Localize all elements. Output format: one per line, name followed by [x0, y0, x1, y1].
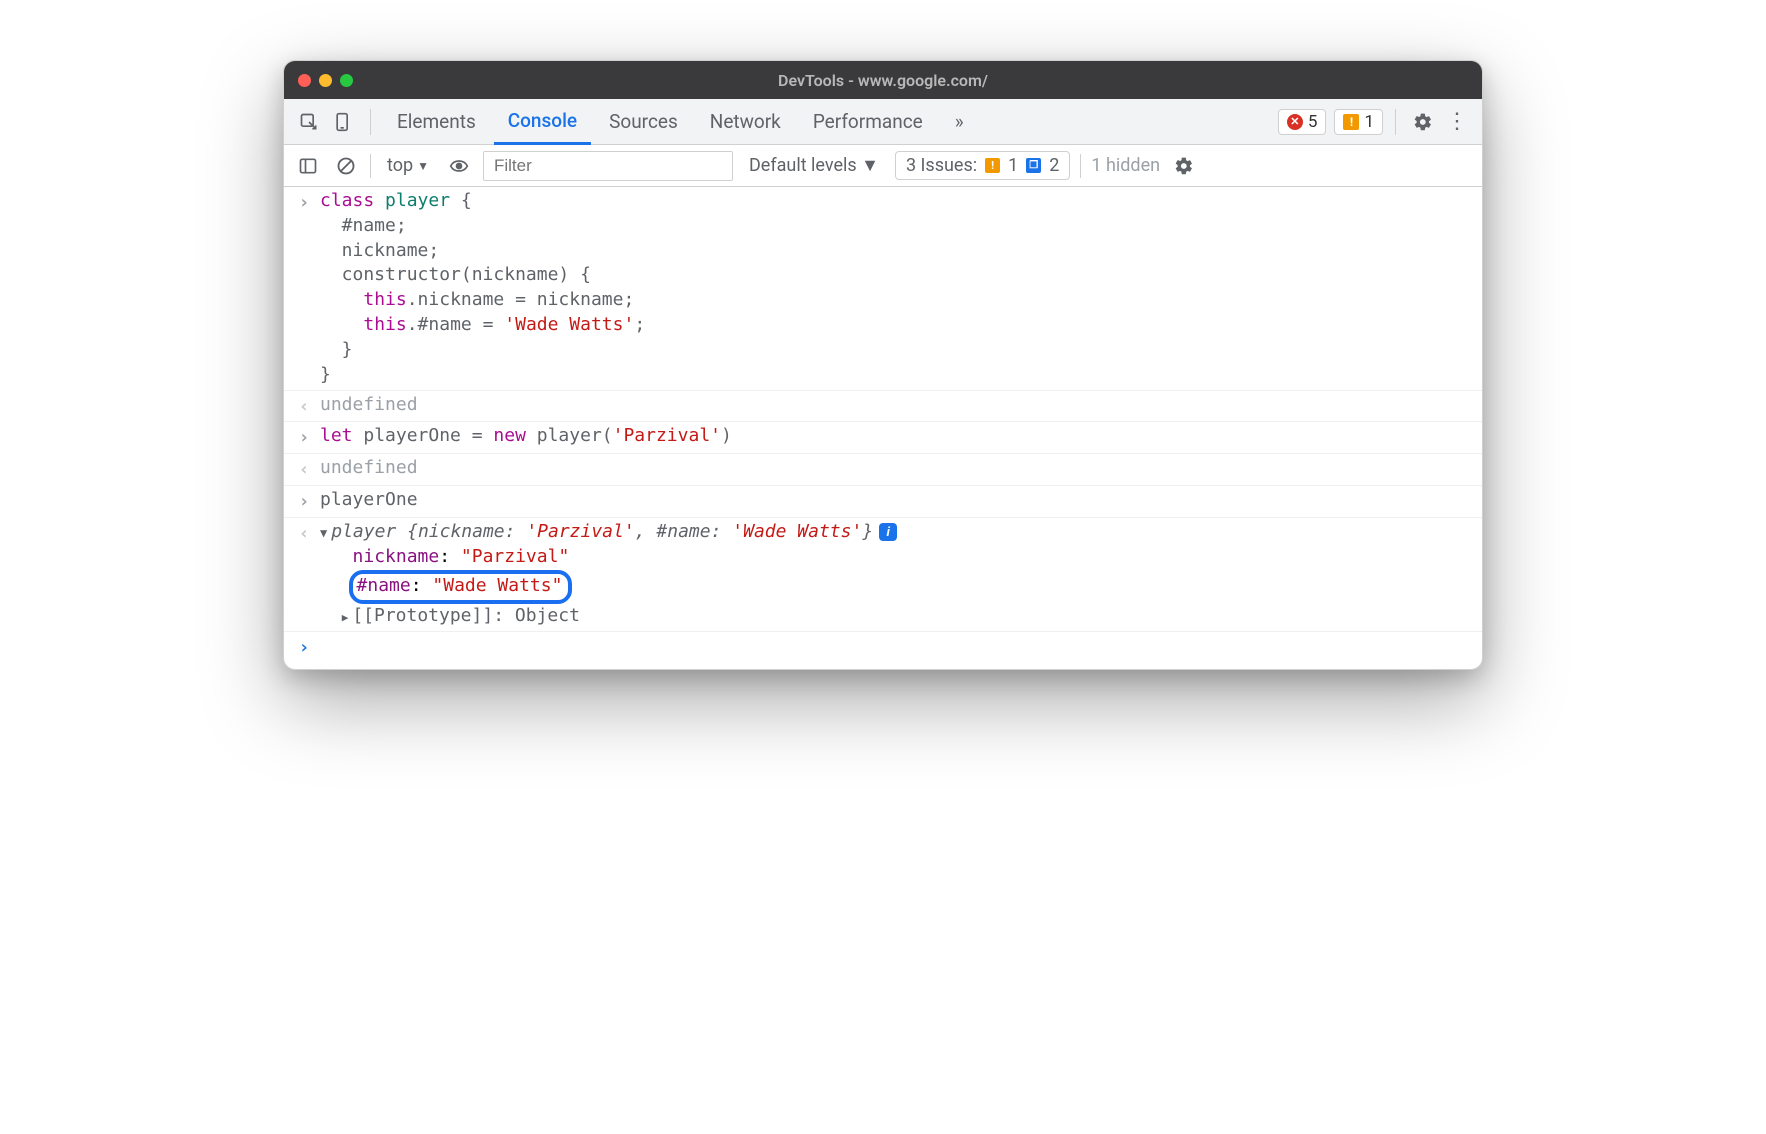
errors-count: 5: [1308, 112, 1318, 132]
console-input-row: class player { #name; nickname; construc…: [284, 187, 1482, 391]
devtools-window: DevTools - www.google.com/ Elements Cons…: [283, 60, 1483, 670]
highlighted-property: #name: "Wade Watts": [349, 570, 573, 605]
console-output-row: undefined: [284, 454, 1482, 486]
output-arrow-icon: [296, 520, 312, 629]
levels-label: Default levels ▼: [749, 155, 879, 176]
console-filterbar: top ▼ Default levels ▼ 3 Issues: ! 1 ❐ 2…: [284, 145, 1482, 187]
issues-label: 3 Issues:: [906, 155, 977, 176]
code-line[interactable]: let playerOne = new player('Parzival'): [320, 424, 1470, 451]
maximize-button[interactable]: [340, 74, 353, 87]
tabs-overflow[interactable]: »: [941, 99, 978, 145]
separator: [1395, 109, 1396, 135]
toggle-sidebar-icon[interactable]: [294, 152, 322, 180]
prompt-arrow-icon: [296, 634, 312, 661]
info-icon[interactable]: i: [879, 523, 897, 541]
tab-network[interactable]: Network: [696, 99, 795, 145]
code-line[interactable]: playerOne: [320, 488, 1470, 515]
more-icon[interactable]: ⋮: [1442, 107, 1472, 137]
titlebar: DevTools - www.google.com/: [284, 61, 1482, 99]
issues-warn-count: 1: [1008, 155, 1018, 176]
separator: [370, 109, 371, 135]
input-arrow-icon: [296, 189, 312, 388]
settings-icon[interactable]: [1408, 107, 1438, 137]
inspect-icon[interactable]: [294, 107, 324, 137]
issues-info-count: 2: [1049, 155, 1059, 176]
tab-performance[interactable]: Performance: [799, 99, 937, 145]
output-arrow-icon: [296, 393, 312, 420]
input-arrow-icon: [296, 424, 312, 451]
filter-input[interactable]: [483, 151, 733, 181]
expand-triangle-icon[interactable]: [342, 605, 353, 626]
prompt-input[interactable]: [320, 634, 1470, 661]
warning-icon: !: [985, 158, 1000, 173]
issues-badge[interactable]: 3 Issues: ! 1 ❐ 2: [895, 151, 1070, 180]
main-toolbar: Elements Console Sources Network Perform…: [284, 99, 1482, 145]
info-icon: ❐: [1026, 158, 1041, 173]
output-undefined: undefined: [320, 456, 1470, 483]
console-log: class player { #name; nickname; construc…: [284, 187, 1482, 669]
console-input-row: playerOne: [284, 486, 1482, 518]
object-property[interactable]: nickname: [353, 546, 440, 567]
console-settings-icon[interactable]: [1170, 152, 1198, 180]
tab-sources[interactable]: Sources: [595, 99, 692, 145]
object-prototype[interactable]: [[Prototype]]: Object: [352, 605, 580, 626]
clear-console-icon[interactable]: [332, 152, 360, 180]
errors-badge[interactable]: ✕ 5: [1278, 109, 1327, 135]
context-selector[interactable]: top ▼: [381, 153, 435, 178]
warnings-count: 1: [1364, 112, 1374, 132]
output-arrow-icon: [296, 456, 312, 483]
live-expression-icon[interactable]: [445, 152, 473, 180]
warnings-badge[interactable]: ! 1: [1334, 109, 1383, 135]
log-levels-selector[interactable]: Default levels ▼: [743, 153, 885, 178]
output-undefined: undefined: [320, 393, 1470, 420]
console-output-row: undefined: [284, 391, 1482, 423]
close-button[interactable]: [298, 74, 311, 87]
error-icon: ✕: [1287, 114, 1303, 130]
context-label: top: [387, 155, 413, 176]
warning-icon: !: [1343, 114, 1359, 130]
hidden-messages: 1 hidden: [1091, 155, 1160, 176]
object-output[interactable]: player {nickname: 'Parzival', #name: 'Wa…: [320, 520, 1470, 629]
window-title: DevTools - www.google.com/: [284, 71, 1482, 90]
device-toggle-icon[interactable]: [328, 107, 358, 137]
dropdown-triangle: ▼: [417, 159, 429, 173]
console-prompt-row[interactable]: [284, 631, 1482, 663]
object-private-property[interactable]: #name: [357, 575, 411, 596]
console-output-row: player {nickname: 'Parzival', #name: 'Wa…: [284, 518, 1482, 631]
expand-triangle-icon[interactable]: [320, 521, 331, 542]
minimize-button[interactable]: [319, 74, 332, 87]
tab-elements[interactable]: Elements: [383, 99, 490, 145]
input-arrow-icon: [296, 488, 312, 515]
traffic-lights: [298, 74, 353, 87]
console-input-row: let playerOne = new player('Parzival'): [284, 422, 1482, 454]
tab-console[interactable]: Console: [494, 99, 591, 145]
code-block[interactable]: class player { #name; nickname; construc…: [320, 189, 1470, 388]
